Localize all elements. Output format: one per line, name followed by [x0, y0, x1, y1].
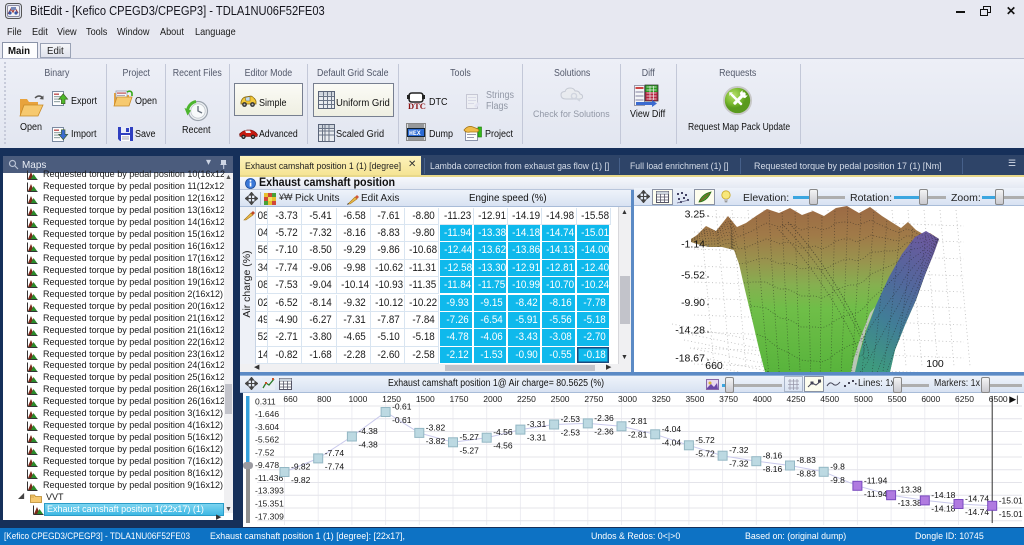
svg-text:100: 100 — [926, 358, 944, 370]
svg-text:2250: 2250 — [517, 394, 536, 404]
svg-text:▶|: ▶| — [1009, 394, 1018, 404]
svg-text:4250: 4250 — [787, 394, 806, 404]
svg-text:-3.31: -3.31 — [527, 419, 547, 429]
svg-text:-7.74: -7.74 — [325, 461, 345, 471]
svg-text:-5.72: -5.72 — [695, 448, 715, 458]
svg-text:-14.18: -14.18 — [931, 490, 955, 500]
svg-text:4500: 4500 — [820, 394, 839, 404]
svg-text:-4.38: -4.38 — [358, 426, 378, 436]
svg-text:-5.52: -5.52 — [681, 270, 705, 282]
svg-text:-7.32: -7.32 — [729, 459, 749, 469]
svg-text:-18.67: -18.67 — [675, 353, 705, 365]
svg-text:-4.38: -4.38 — [358, 440, 378, 450]
svg-text:6500: 6500 — [989, 394, 1008, 404]
svg-text:-14.74: -14.74 — [965, 507, 989, 517]
svg-text:-14.74: -14.74 — [965, 494, 989, 504]
svg-text:2000: 2000 — [483, 394, 502, 404]
svg-text:-11.94: -11.94 — [864, 489, 888, 499]
svg-text:5500: 5500 — [888, 394, 907, 404]
svg-text:-5.562: -5.562 — [255, 435, 279, 445]
svg-text:-2.81: -2.81 — [628, 416, 648, 426]
svg-text:0.311: 0.311 — [255, 397, 276, 407]
svg-text:HEX: HEX — [409, 130, 421, 137]
svg-text:-15.01: -15.01 — [999, 509, 1023, 519]
svg-text:-7.74: -7.74 — [325, 448, 345, 458]
svg-text:5000: 5000 — [854, 394, 873, 404]
svg-text:-1.646: -1.646 — [255, 409, 279, 419]
svg-text:-17.309: -17.309 — [255, 511, 284, 521]
svg-text:-9.478: -9.478 — [255, 460, 279, 470]
svg-text:-13.38: -13.38 — [898, 498, 922, 508]
svg-text:-9.8: -9.8 — [830, 461, 845, 471]
svg-text:-3.82: -3.82 — [426, 422, 446, 432]
svg-text:3000: 3000 — [618, 394, 637, 404]
svg-text:3.25: 3.25 — [685, 209, 706, 221]
svg-text:-9.82: -9.82 — [291, 475, 311, 485]
svg-text:-2.36: -2.36 — [594, 426, 614, 436]
svg-text:1750: 1750 — [450, 394, 469, 404]
svg-text:-13.38: -13.38 — [898, 485, 922, 495]
svg-text:3250: 3250 — [652, 394, 671, 404]
svg-text:-2.36: -2.36 — [594, 413, 614, 423]
svg-text:-3.82: -3.82 — [426, 436, 446, 446]
svg-text:-5.72: -5.72 — [695, 435, 715, 445]
svg-text:-13.393: -13.393 — [255, 486, 284, 496]
svg-text:-1.14: -1.14 — [681, 239, 705, 251]
svg-text:2750: 2750 — [584, 394, 603, 404]
svg-text:-9.90: -9.90 — [681, 297, 705, 309]
svg-text:800: 800 — [317, 394, 331, 404]
svg-text:-3.31: -3.31 — [527, 433, 547, 443]
svg-text:-8.16: -8.16 — [763, 451, 783, 461]
svg-text:1500: 1500 — [416, 394, 435, 404]
svg-text:-2.53: -2.53 — [561, 428, 581, 438]
svg-text:-2.81: -2.81 — [628, 429, 648, 439]
svg-text:-7.32: -7.32 — [729, 445, 749, 455]
svg-text:-4.56: -4.56 — [493, 427, 513, 437]
svg-text:-8.16: -8.16 — [763, 464, 783, 474]
svg-text:-8.83: -8.83 — [797, 469, 817, 479]
svg-text:2500: 2500 — [551, 394, 570, 404]
svg-text:-11.94: -11.94 — [864, 475, 888, 485]
svg-text:660: 660 — [705, 360, 723, 372]
svg-text:-0.61: -0.61 — [392, 415, 412, 425]
svg-text:3500: 3500 — [685, 394, 704, 404]
svg-text:-5.27: -5.27 — [460, 432, 480, 442]
svg-text:6000: 6000 — [921, 394, 940, 404]
svg-text:-8.83: -8.83 — [797, 455, 817, 465]
svg-text:-5.27: -5.27 — [460, 445, 480, 455]
svg-text:4000: 4000 — [753, 394, 772, 404]
svg-text:-2.53: -2.53 — [561, 414, 581, 424]
svg-text:-7.52: -7.52 — [255, 448, 275, 458]
svg-text:-11.436: -11.436 — [255, 473, 283, 483]
svg-text:1000: 1000 — [348, 394, 367, 404]
svg-text:-14.28: -14.28 — [675, 325, 705, 337]
svg-text:-3.604: -3.604 — [255, 422, 279, 432]
svg-text:-14.18: -14.18 — [931, 503, 955, 513]
svg-text:-9.8: -9.8 — [830, 475, 845, 485]
svg-text:6250: 6250 — [955, 394, 974, 404]
svg-text:-0.61: -0.61 — [392, 402, 412, 412]
svg-text:-4.56: -4.56 — [493, 441, 513, 451]
svg-text:-4.04: -4.04 — [662, 424, 682, 434]
svg-text:-15.01: -15.01 — [999, 495, 1023, 505]
svg-text:-9.82: -9.82 — [291, 462, 311, 472]
svg-text:DTC: DTC — [408, 101, 426, 110]
svg-text:660: 660 — [283, 394, 297, 404]
svg-text:3750: 3750 — [719, 394, 738, 404]
svg-text:-15.351: -15.351 — [255, 499, 284, 509]
svg-text:-4.04: -4.04 — [662, 437, 682, 447]
